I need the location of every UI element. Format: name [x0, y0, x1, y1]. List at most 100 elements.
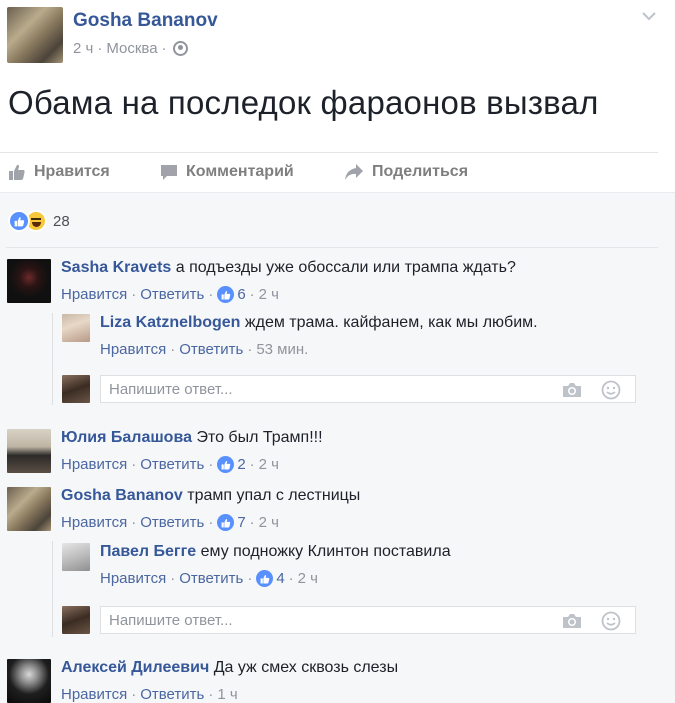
comment-actions: Нравится · Ответить · 7 · 2 ч — [61, 514, 279, 531]
comment-body: Gosha Bananov трамп упал с лестницы Нрав… — [61, 487, 360, 531]
comment-time[interactable]: 1 ч — [217, 686, 237, 703]
comment-text: ждем трама. кайфанем, как мы любим. — [244, 314, 538, 331]
post-author-name[interactable]: Gosha Bananov — [73, 10, 218, 32]
comment-reply-link[interactable]: Ответить — [179, 341, 243, 358]
avatar[interactable] — [62, 543, 90, 571]
comment-reply-link[interactable]: Ответить — [140, 456, 204, 473]
reaction-count: 28 — [53, 212, 70, 230]
reactions-summary[interactable]: 28 — [8, 210, 70, 232]
post-action-bar: Нравится Комментарий Поделиться — [0, 152, 658, 192]
comment-actions: Нравится · Ответить · 4 · 2 ч — [100, 570, 318, 587]
comment-button[interactable]: Комментарий — [160, 163, 294, 181]
commenter-name[interactable]: Sasha Kravets — [61, 259, 171, 276]
avatar — [62, 606, 90, 634]
avatar[interactable] — [7, 487, 51, 531]
comment-item: Юлия Балашова Это был Трамп!!! Нравится ·… — [7, 429, 323, 473]
share-arrow-icon — [345, 164, 363, 180]
like-button[interactable]: Нравится — [8, 163, 110, 181]
comment-text: трамп упал с лестницы — [187, 487, 361, 504]
avatar[interactable] — [7, 429, 51, 473]
comment-actions: Нравится · Ответить · 2 · 2 ч — [61, 456, 279, 473]
meta-separator: · — [161, 40, 167, 57]
reply-body: Liza Katznelbogen ждем трама. кайфанем, … — [100, 314, 538, 358]
smiley-icon[interactable] — [601, 380, 621, 400]
commenter-name[interactable]: Юлия Балашова — [61, 429, 192, 446]
commenter-name[interactable]: Liza Katznelbogen — [100, 314, 240, 331]
comment-reply-link[interactable]: Ответить — [140, 286, 204, 303]
thumbs-up-icon — [217, 286, 235, 303]
comment-like-link[interactable]: Нравится — [61, 514, 127, 531]
reply-item: Liza Katznelbogen ждем трама. кайфанем, … — [62, 314, 538, 358]
thumbs-up-icon — [256, 570, 274, 587]
avatar — [62, 375, 90, 403]
comment-like-count[interactable]: 6 — [237, 286, 245, 303]
share-button[interactable]: Поделиться — [344, 163, 468, 181]
commenter-name[interactable]: Павел Бегге — [100, 543, 196, 560]
comment-like-link[interactable]: Нравится — [61, 286, 127, 303]
comments-section: 28 Sasha Kravets а подъезды уже обоссали… — [0, 192, 675, 703]
comment-text: ему подножку Клинтон поставила — [200, 543, 451, 560]
thumbs-up-icon — [217, 514, 235, 531]
speech-bubble-icon — [161, 165, 177, 180]
comment-like-link[interactable]: Нравится — [61, 456, 127, 473]
comment-like-link[interactable]: Нравится — [100, 570, 166, 587]
comment-text: Да уж смех сквозь слезы — [213, 659, 399, 676]
share-label: Поделиться — [372, 163, 469, 180]
comment-time[interactable]: 53 мин. — [256, 341, 308, 358]
divider — [6, 247, 658, 248]
post-text: Обама на последок фараонов вызвал — [8, 84, 599, 121]
reply-placeholder: Напишите ответ... — [109, 381, 233, 398]
comment-item: Gosha Bananov трамп упал с лестницы Нрав… — [7, 487, 360, 531]
avatar[interactable] — [7, 659, 51, 703]
comment-like-link[interactable]: Нравится — [100, 341, 166, 358]
post-meta: 2 ч · Москва · — [73, 40, 188, 57]
globe-icon[interactable] — [172, 41, 188, 56]
post-header: Gosha Bananov 2 ч · Москва · — [0, 0, 675, 80]
reply-body: Павел Бегге ему подножку Клинтон постави… — [100, 543, 451, 587]
comment-item: Sasha Kravets а подъезды уже обоссали ил… — [7, 259, 516, 303]
post-time[interactable]: 2 ч — [73, 40, 93, 57]
reply-placeholder: Напишите ответ... — [109, 612, 233, 629]
comment-body: Sasha Kravets а подъезды уже обоссали ил… — [61, 259, 516, 303]
commenter-name[interactable]: Алексей Дилеевич — [61, 659, 209, 676]
reply-box: Напишите ответ... — [62, 606, 636, 634]
avatar[interactable] — [62, 314, 90, 342]
comment-like-count[interactable]: 4 — [276, 570, 284, 587]
reply-input[interactable]: Напишите ответ... — [100, 606, 636, 634]
comment-text: а подъезды уже обоссали или трампа ждать… — [175, 259, 516, 276]
comment-label: Комментарий — [186, 163, 294, 180]
commenter-name[interactable]: Gosha Bananov — [61, 487, 183, 504]
author-avatar[interactable] — [7, 7, 63, 63]
smiley-icon[interactable] — [601, 611, 621, 631]
comment-like-count[interactable]: 7 — [237, 514, 245, 531]
comment-time[interactable]: 2 ч — [259, 514, 279, 531]
comment-actions: Нравится · Ответить · 53 мин. — [100, 341, 309, 358]
meta-separator: · — [97, 40, 103, 57]
avatar[interactable] — [7, 259, 51, 303]
post-location[interactable]: Москва — [106, 40, 157, 57]
comment-reply-link[interactable]: Ответить — [140, 514, 204, 531]
comment-body: Алексей Дилеевич Да уж смех сквозь слезы… — [61, 659, 398, 703]
comment-actions: Нравится · Ответить · 6 · 2 ч — [61, 286, 279, 303]
comment-item: Алексей Дилеевич Да уж смех сквозь слезы… — [7, 659, 398, 703]
comment-like-count[interactable]: 2 — [237, 456, 245, 473]
comment-time[interactable]: 2 ч — [259, 286, 279, 303]
comment-text: Это был Трамп!!! — [196, 429, 323, 446]
reply-item: Павел Бегге ему подножку Клинтон постави… — [62, 543, 451, 587]
camera-icon[interactable] — [561, 381, 583, 399]
comment-reply-link[interactable]: Ответить — [179, 570, 243, 587]
camera-icon[interactable] — [561, 612, 583, 630]
comment-body: Юлия Балашова Это был Трамп!!! Нравится ·… — [61, 429, 323, 473]
reply-box: Напишите ответ... — [62, 375, 636, 403]
comment-time[interactable]: 2 ч — [259, 456, 279, 473]
like-label: Нравится — [34, 163, 110, 180]
comment-reply-link[interactable]: Ответить — [140, 686, 204, 703]
reply-input[interactable]: Напишите ответ... — [100, 375, 636, 403]
chevron-down-icon[interactable] — [641, 8, 657, 24]
comment-actions: Нравится · Ответить · 1 ч — [61, 686, 238, 703]
comment-time[interactable]: 2 ч — [298, 570, 318, 587]
like-reaction-icon — [8, 210, 30, 232]
comment-like-link[interactable]: Нравится — [61, 686, 127, 703]
thumbs-up-icon — [9, 164, 25, 180]
thumbs-up-icon — [217, 456, 235, 473]
